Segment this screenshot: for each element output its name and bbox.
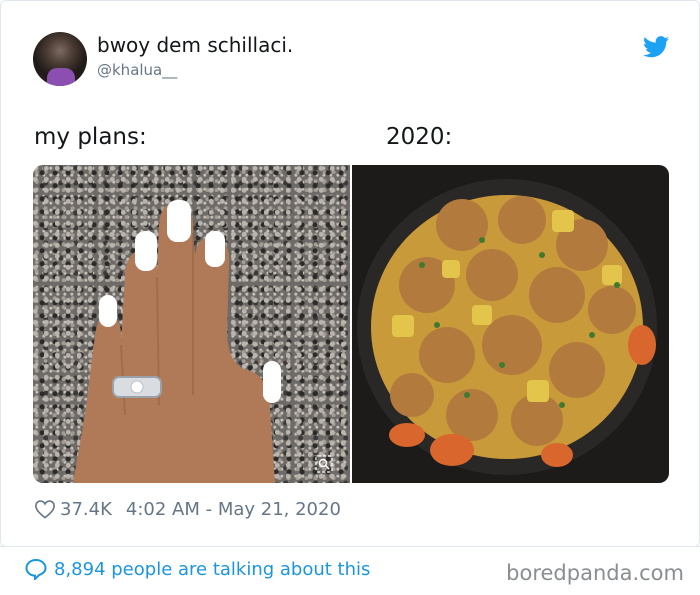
like-count[interactable]: 37.4K bbox=[60, 499, 112, 520]
talking-count-text[interactable]: 8,894 people are talking about this bbox=[54, 559, 370, 580]
curry-illustration bbox=[357, 179, 657, 475]
hand-illustration bbox=[73, 200, 281, 483]
curry-chicken-photo[interactable] bbox=[352, 165, 669, 483]
twitter-bird-icon[interactable] bbox=[643, 36, 669, 58]
conversation-link[interactable]: 8,894 people are talking about this bbox=[24, 558, 370, 580]
speech-bubble-icon bbox=[25, 558, 47, 580]
caption-my-plans: my plans: bbox=[34, 124, 147, 150]
user-handle[interactable]: @khalua__ bbox=[97, 61, 177, 79]
caption-2020: 2020: bbox=[386, 124, 453, 150]
hand-with-ring-photo[interactable] bbox=[33, 165, 350, 483]
tweet-timestamp[interactable]: 4:02 AM - May 21, 2020 bbox=[126, 499, 341, 520]
heart-icon[interactable] bbox=[34, 499, 56, 519]
tweet-card: bwoy dem schillaci. @khalua__ my plans: … bbox=[0, 0, 700, 547]
tweet-meta: 37.4K 4:02 AM - May 21, 2020 bbox=[34, 497, 341, 521]
avatar[interactable] bbox=[33, 32, 87, 86]
display-name[interactable]: bwoy dem schillaci. bbox=[97, 33, 293, 57]
zoom-icon[interactable] bbox=[315, 455, 333, 473]
watermark: boredpanda.com bbox=[506, 561, 684, 585]
